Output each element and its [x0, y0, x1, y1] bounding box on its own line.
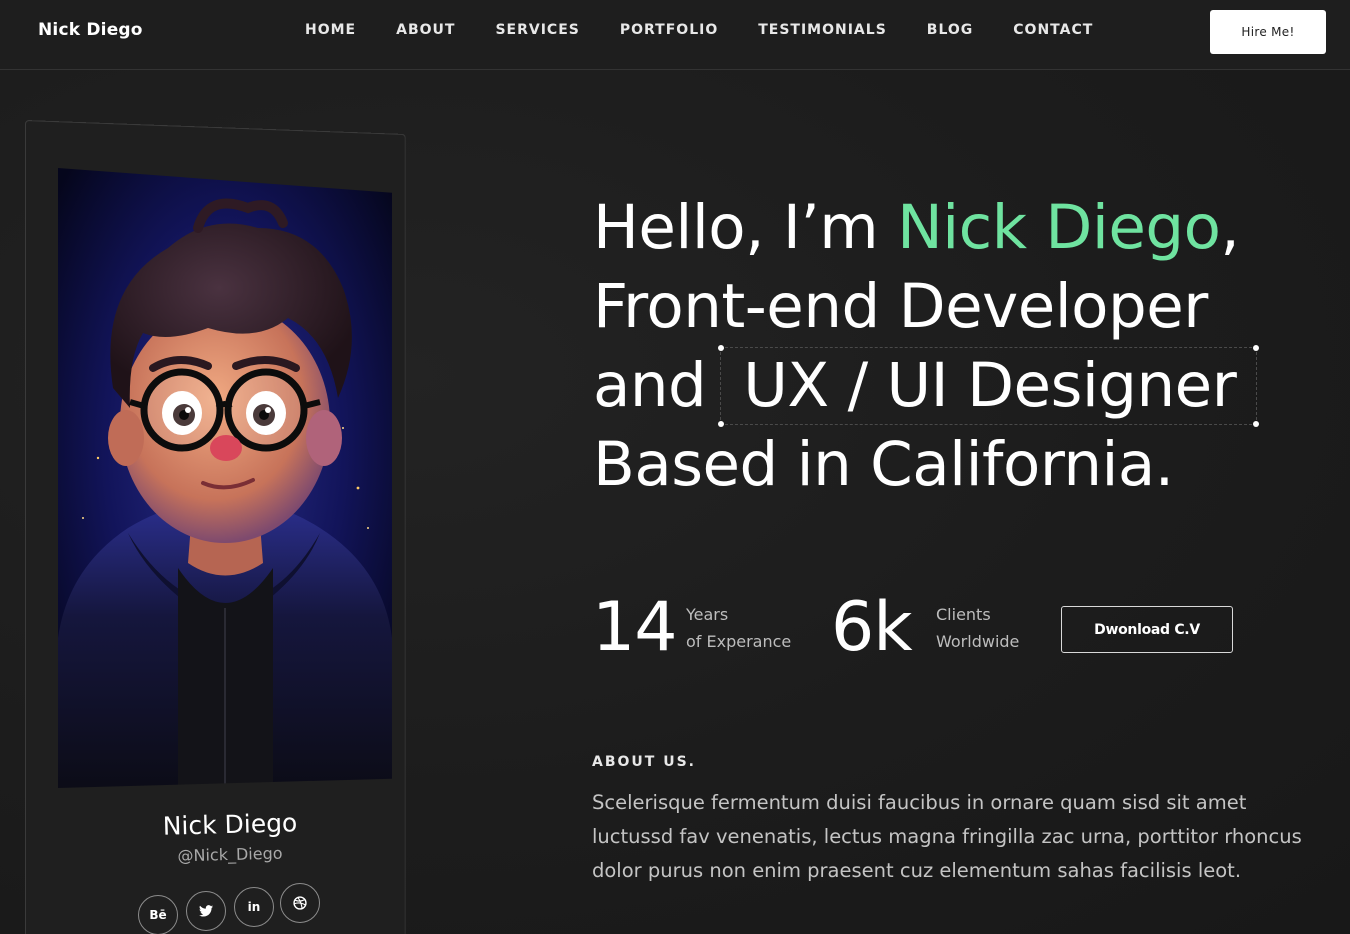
about-heading: ABOUT US.: [592, 754, 696, 770]
nav-about[interactable]: ABOUT: [396, 22, 455, 38]
top-navigation-bar: Nick Diego HOME ABOUT SERVICES PORTFOLIO…: [0, 0, 1350, 70]
nav-testimonials[interactable]: TESTIMONIALS: [758, 22, 887, 38]
profile-portrait: [58, 168, 392, 788]
hero-comma: ,: [1220, 192, 1240, 263]
role-highlight-box: UX / UI Designer: [718, 345, 1260, 427]
behance-icon[interactable]: Bē: [138, 895, 178, 934]
nav-contact[interactable]: CONTACT: [1013, 22, 1093, 38]
download-cv-button[interactable]: Dwonload C.V: [1061, 606, 1233, 653]
nav-blog[interactable]: BLOG: [927, 22, 974, 38]
dribbble-icon[interactable]: [280, 883, 320, 923]
hire-me-button[interactable]: Hire Me!: [1210, 10, 1326, 54]
stat-clients-value: 6k: [831, 588, 913, 667]
nav-services[interactable]: SERVICES: [495, 22, 579, 38]
hero-line-4: Based in California.: [593, 429, 1174, 500]
stat-clients-label: Clients Worldwide: [936, 601, 1019, 655]
nav-portfolio[interactable]: PORTFOLIO: [620, 22, 718, 38]
hero-name-highlight: Nick Diego: [897, 192, 1221, 263]
stat-years-label: Years of Experance: [686, 601, 791, 655]
hero-and: and: [593, 350, 707, 421]
hero-headline: Hello, I’m Nick Diego, Front-end Develop…: [593, 188, 1313, 504]
dribbble-ball-shape: [293, 896, 307, 910]
hero-line-1: Hello, I’m Nick Diego,: [593, 188, 1313, 267]
hero-line-3: and UX / UI Designer: [593, 345, 1313, 427]
hero-role: UX / UI Designer: [743, 350, 1237, 421]
behance-glyph: Bē: [149, 908, 167, 922]
stat-clients-label-line1: Clients: [936, 605, 991, 624]
brand-logo[interactable]: Nick Diego: [38, 20, 143, 40]
hero-line-2: Front-end Developer: [593, 271, 1208, 342]
stat-clients-label-line2: Worldwide: [936, 632, 1020, 651]
twitter-icon[interactable]: [186, 891, 226, 931]
main-nav: HOME ABOUT SERVICES PORTFOLIO TESTIMONIA…: [305, 22, 1093, 38]
nav-home[interactable]: HOME: [305, 22, 356, 38]
social-links: Bē in: [138, 883, 328, 934]
twitter-bird-shape: [199, 905, 213, 917]
box-handle-dot: [1253, 345, 1260, 351]
stat-years-value: 14: [592, 588, 678, 667]
stat-years-label-line1: Years: [686, 605, 729, 624]
avatar-illustration: [58, 168, 392, 788]
hero-greeting: Hello, I’m: [593, 192, 898, 263]
linkedin-icon[interactable]: in: [234, 887, 274, 927]
box-handle-dot: [718, 345, 725, 351]
stat-years-label-line2: of Experance: [686, 632, 792, 651]
linkedin-glyph: in: [247, 900, 261, 914]
about-paragraph: Scelerisque fermentum duisi faucibus in …: [592, 791, 1302, 882]
